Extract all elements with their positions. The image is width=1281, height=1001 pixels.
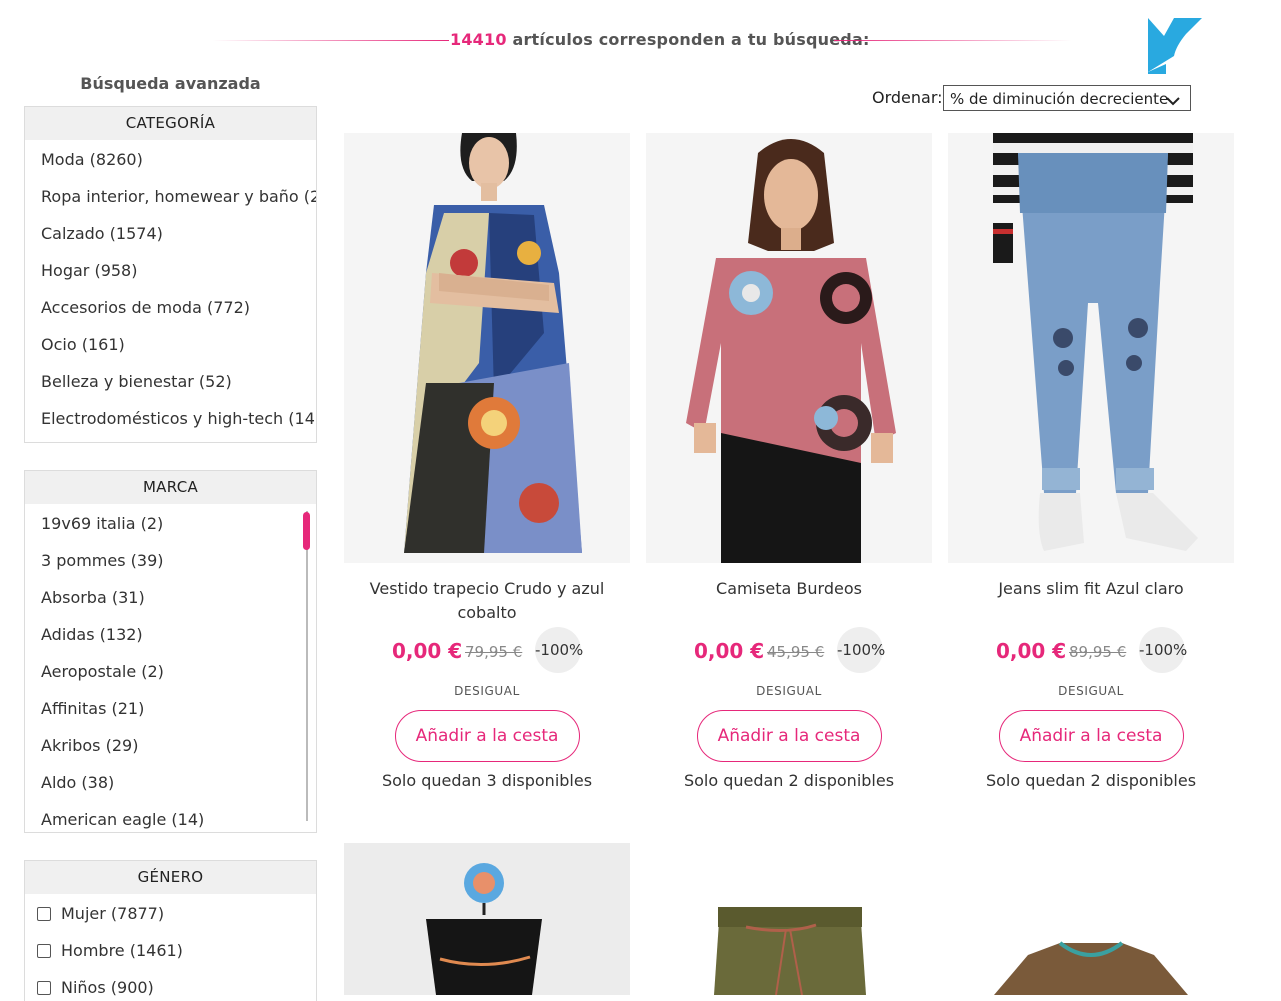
product-image[interactable] bbox=[344, 133, 630, 563]
product-name[interactable]: Vestido trapecio Crudo y azul cobalto bbox=[344, 577, 630, 625]
category-item[interactable]: Calzado (1574) bbox=[25, 215, 316, 252]
chevron-down-icon bbox=[1166, 92, 1180, 110]
brand-item[interactable]: Aeropostale (2) bbox=[25, 653, 316, 690]
brand-scrollbar-track[interactable] bbox=[306, 511, 308, 821]
price-old: 89,95 € bbox=[1069, 643, 1127, 661]
category-item[interactable]: Ropa interior, homewear y baño (2 bbox=[25, 178, 316, 215]
add-to-cart-button[interactable]: Añadir a la cesta bbox=[998, 710, 1184, 762]
stock-note: Solo quedan 2 disponibles bbox=[985, 771, 1197, 790]
discount-badge: -100% bbox=[535, 627, 583, 673]
discount-badge: -100% bbox=[1139, 627, 1187, 673]
product-brand[interactable]: DESIGUAL bbox=[646, 684, 932, 698]
product-image[interactable] bbox=[948, 133, 1234, 563]
price-row: 0,00 € 89,95 € -100% bbox=[948, 627, 1234, 673]
brand-item[interactable]: Akribos (29) bbox=[25, 727, 316, 764]
checkbox-icon[interactable] bbox=[37, 981, 51, 995]
sort-label: Ordenar: bbox=[872, 88, 943, 107]
brand-item[interactable]: Adidas (132) bbox=[25, 616, 316, 653]
price-row: 0,00 € 79,95 € -100% bbox=[344, 627, 630, 673]
price-current: 0,00 € bbox=[996, 639, 1067, 663]
stock-note: Solo quedan 2 disponibles bbox=[683, 771, 895, 790]
gender-item[interactable]: Niños (900) bbox=[25, 969, 316, 1001]
gender-item-label: Mujer (7877) bbox=[61, 904, 165, 923]
product-image[interactable] bbox=[646, 843, 932, 995]
brand-logo-icon[interactable] bbox=[1146, 16, 1204, 74]
brand-item[interactable]: American eagle (14) bbox=[25, 801, 316, 832]
add-to-cart-button[interactable]: Añadir a la cesta bbox=[394, 710, 580, 762]
gender-item[interactable]: Hombre (1461) bbox=[25, 932, 316, 969]
gender-filter-title: GÉNERO bbox=[25, 861, 316, 894]
brand-filter-title: MARCA bbox=[25, 471, 316, 504]
results-header: 14410 artículos corresponden a tu búsque… bbox=[450, 30, 869, 49]
price-old: 79,95 € bbox=[465, 643, 523, 661]
checkbox-icon[interactable] bbox=[37, 944, 51, 958]
product-image[interactable] bbox=[646, 133, 932, 563]
category-filter: CATEGORÍA Moda (8260) Ropa interior, hom… bbox=[24, 106, 317, 443]
price-current: 0,00 € bbox=[694, 639, 765, 663]
category-filter-title: CATEGORÍA bbox=[25, 107, 316, 140]
discount-badge: -100% bbox=[837, 627, 885, 673]
gender-item-label: Hombre (1461) bbox=[61, 941, 183, 960]
category-item[interactable]: Accesorios de moda (772) bbox=[25, 289, 316, 326]
header-divider-left bbox=[212, 40, 449, 41]
product-image[interactable] bbox=[948, 843, 1234, 995]
category-item[interactable]: Electrodomésticos y high-tech (14) bbox=[25, 400, 316, 437]
product-card[interactable]: Camiseta Burdeos 0,00 € 45,95 € -100% DE… bbox=[646, 133, 932, 790]
category-item[interactable]: Ocio (161) bbox=[25, 326, 316, 363]
product-card[interactable]: Vestido trapecio Crudo y azul cobalto 0,… bbox=[344, 133, 630, 790]
category-item[interactable]: Belleza y bienestar (52) bbox=[25, 363, 316, 400]
brand-item[interactable]: 19v69 italia (2) bbox=[25, 505, 316, 542]
results-count: 14410 bbox=[450, 30, 507, 49]
gender-filter: GÉNERO Mujer (7877) Hombre (1461) Niños … bbox=[24, 860, 317, 1001]
brand-scrollbar-thumb[interactable] bbox=[303, 512, 310, 550]
stock-note: Solo quedan 3 disponibles bbox=[381, 771, 593, 790]
sort-select-value: % de diminución decreciente bbox=[950, 90, 1169, 108]
brand-item[interactable]: Affinitas (21) bbox=[25, 690, 316, 727]
brand-item[interactable]: Aldo (38) bbox=[25, 764, 316, 801]
product-name[interactable]: Jeans slim fit Azul claro bbox=[948, 577, 1234, 625]
checkbox-icon[interactable] bbox=[37, 907, 51, 921]
add-to-cart-button[interactable]: Añadir a la cesta bbox=[696, 710, 882, 762]
header-divider-right bbox=[834, 40, 1072, 41]
category-item[interactable]: Moda (8260) bbox=[25, 141, 316, 178]
brand-filter: MARCA 19v69 italia (2) 3 pommes (39) Abs… bbox=[24, 470, 317, 833]
gender-item-label: Niños (900) bbox=[61, 978, 154, 997]
price-old: 45,95 € bbox=[767, 643, 825, 661]
brand-item[interactable]: Absorba (31) bbox=[25, 579, 316, 616]
product-card[interactable]: Jeans slim fit Azul claro 0,00 € 89,95 €… bbox=[948, 133, 1234, 790]
product-brand[interactable]: DESIGUAL bbox=[344, 684, 630, 698]
product-name[interactable]: Camiseta Burdeos bbox=[646, 577, 932, 625]
category-item[interactable]: Hogar (958) bbox=[25, 252, 316, 289]
product-image[interactable] bbox=[344, 843, 630, 995]
sort-select[interactable]: % de diminución decreciente bbox=[943, 85, 1191, 111]
gender-item[interactable]: Mujer (7877) bbox=[25, 895, 316, 932]
price-row: 0,00 € 45,95 € -100% bbox=[646, 627, 932, 673]
results-text: artículos corresponden a tu búsqueda: bbox=[512, 30, 870, 49]
product-brand[interactable]: DESIGUAL bbox=[948, 684, 1234, 698]
advanced-search-link[interactable]: Búsqueda avanzada bbox=[24, 74, 317, 93]
brand-item[interactable]: 3 pommes (39) bbox=[25, 542, 316, 579]
price-current: 0,00 € bbox=[392, 639, 463, 663]
